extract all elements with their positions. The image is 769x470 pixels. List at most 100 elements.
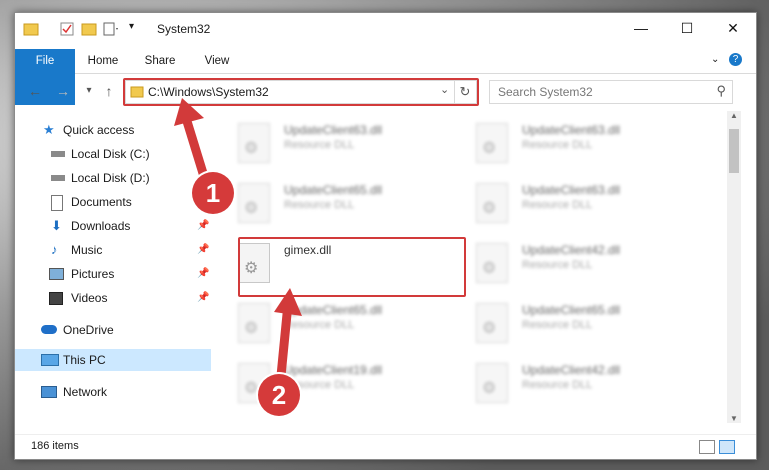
file-tile[interactable]: UpdateClient42.dll Resource DLL <box>458 237 688 293</box>
pin-icon[interactable]: 📌 <box>197 287 209 309</box>
file-type: Resource DLL <box>522 319 593 331</box>
item-count: 186 items <box>31 440 79 452</box>
window-title: System32 <box>157 22 211 36</box>
search-placeholder: Search System32 <box>498 85 593 99</box>
nav-item-music[interactable]: ♪ Music 📌 <box>15 239 211 261</box>
videos-icon <box>49 292 63 305</box>
computer-icon <box>41 354 59 366</box>
nav-item-videos[interactable]: Videos 📌 <box>15 287 211 309</box>
dll-file-icon <box>476 183 508 223</box>
tab-home[interactable]: Home <box>83 49 123 73</box>
tab-share[interactable]: Share <box>139 49 181 73</box>
star-icon: ★ <box>43 122 55 137</box>
properties-icon[interactable] <box>59 21 75 37</box>
file-name: UpdateClient42.dll <box>522 243 621 257</box>
nav-item-downloads[interactable]: ⬇ Downloads 📌 <box>15 215 211 237</box>
file-name: UpdateClient65.dll <box>522 303 621 317</box>
dll-file-icon <box>476 123 508 163</box>
nav-label: Local Disk (D:) <box>71 171 150 185</box>
qat-customize-icon[interactable] <box>103 21 119 37</box>
file-explorer-window: ▾ System32 — ☐ ✕ File Home Share View ⌄ … <box>14 12 757 460</box>
file-name: UpdateClient42.dll <box>522 363 621 377</box>
search-box[interactable]: Search System32 ⚲ <box>489 80 733 104</box>
status-bar: 186 items <box>15 434 756 459</box>
details-view-icon[interactable] <box>699 440 715 454</box>
scroll-up-icon[interactable]: ▲ <box>730 111 738 120</box>
file-name: UpdateClient63.dll <box>284 123 383 137</box>
file-tile[interactable]: UpdateClient65.dll Resource DLL <box>458 297 688 353</box>
new-folder-icon[interactable] <box>81 21 97 37</box>
expand-ribbon-icon[interactable]: ⌄ <box>711 54 719 65</box>
file-tile[interactable]: UpdateClient42.dll Resource DLL <box>458 357 688 413</box>
file-type: Resource DLL <box>522 139 593 151</box>
close-button[interactable]: ✕ <box>710 13 756 43</box>
pin-icon[interactable]: 📌 <box>197 215 209 237</box>
file-tile[interactable]: UpdateClient65.dll Resource DLL <box>220 177 450 233</box>
file-type: Resource DLL <box>284 139 355 151</box>
back-button[interactable]: ← <box>25 81 45 101</box>
chevron-down-icon: ▾ <box>86 85 92 96</box>
dll-file-icon <box>476 363 508 403</box>
ribbon-tabs: File Home Share View ⌄ ? <box>15 49 756 105</box>
file-type: Resource DLL <box>284 199 355 211</box>
file-tile[interactable]: UpdateClient63.dll Resource DLL <box>220 117 450 173</box>
nav-label: Pictures <box>71 267 115 281</box>
minimize-button[interactable]: — <box>618 13 664 43</box>
file-type: Resource DLL <box>522 379 593 391</box>
dll-file-icon <box>238 123 270 163</box>
pin-icon[interactable]: 📌 <box>197 239 209 261</box>
nav-item-pictures[interactable]: Pictures 📌 <box>15 263 211 285</box>
chevron-down-icon[interactable]: ▾ <box>129 21 134 37</box>
minimize-icon: — <box>634 20 648 36</box>
file-tile[interactable]: UpdateClient65.dllResource DLL <box>220 297 450 353</box>
download-icon: ⬇ <box>51 218 62 233</box>
up-arrow-icon: ↑ <box>105 83 113 99</box>
file-name: UpdateClient65.dll <box>284 183 383 197</box>
network-icon <box>41 386 57 398</box>
pin-icon[interactable]: 📌 <box>197 263 209 285</box>
nav-label: Music <box>71 243 103 257</box>
dll-file-icon <box>238 183 270 223</box>
forward-button[interactable]: → <box>53 81 73 101</box>
vertical-scrollbar[interactable]: ▲ ▼ <box>727 111 741 423</box>
nav-label: Downloads <box>71 219 131 233</box>
nav-label: Videos <box>71 291 108 305</box>
search-icon: ⚲ <box>716 83 726 98</box>
forward-arrow-icon: → <box>56 83 70 99</box>
file-tile[interactable]: UpdateClient63.dll Resource DLL <box>458 177 688 233</box>
nav-item-this-pc[interactable]: This PC <box>15 349 211 371</box>
address-row: ← → ▾ ↑ C:\Windows\System32 ⌄ ↻ Search S… <box>15 75 756 107</box>
scroll-down-icon[interactable]: ▼ <box>730 414 738 423</box>
file-tile[interactable]: UpdateClient63.dll Resource DLL <box>458 117 688 173</box>
title-bar: ▾ System32 — ☐ ✕ <box>15 13 756 45</box>
recent-locations-button[interactable]: ▾ <box>79 81 99 101</box>
maximize-icon: ☐ <box>680 20 694 36</box>
pictures-icon <box>49 268 64 280</box>
tab-view[interactable]: View <box>197 49 237 73</box>
maximize-button[interactable]: ☐ <box>664 13 710 43</box>
file-name: UpdateClient63.dll <box>522 183 621 197</box>
scrollbar-thumb[interactable] <box>729 129 739 173</box>
dll-file-icon <box>476 303 508 343</box>
nav-label: This PC <box>63 353 106 367</box>
file-tile[interactable]: UpdateClient19.dllResource DLL <box>220 357 450 413</box>
folder-icon <box>23 23 39 36</box>
dll-file-icon <box>476 243 508 283</box>
documents-icon <box>51 195 63 211</box>
nav-item-network[interactable]: Network <box>15 381 211 403</box>
up-button[interactable]: ↑ <box>99 81 119 101</box>
nav-label: Documents <box>71 195 132 209</box>
help-icon[interactable]: ? <box>729 53 742 66</box>
cloud-icon <box>41 325 57 334</box>
step-badge-2: 2 <box>258 374 300 416</box>
nav-label: OneDrive <box>63 323 114 337</box>
nav-label: Quick access <box>63 123 135 137</box>
drive-icon <box>51 175 65 181</box>
nav-label: Network <box>63 385 108 399</box>
file-name: UpdateClient63.dll <box>522 123 621 137</box>
drive-icon <box>51 151 65 157</box>
nav-item-onedrive[interactable]: OneDrive <box>15 319 211 341</box>
nav-label: Local Disk (C:) <box>71 147 150 161</box>
tiles-view-icon[interactable] <box>719 440 735 454</box>
file-type: Resource DLL <box>522 259 593 271</box>
